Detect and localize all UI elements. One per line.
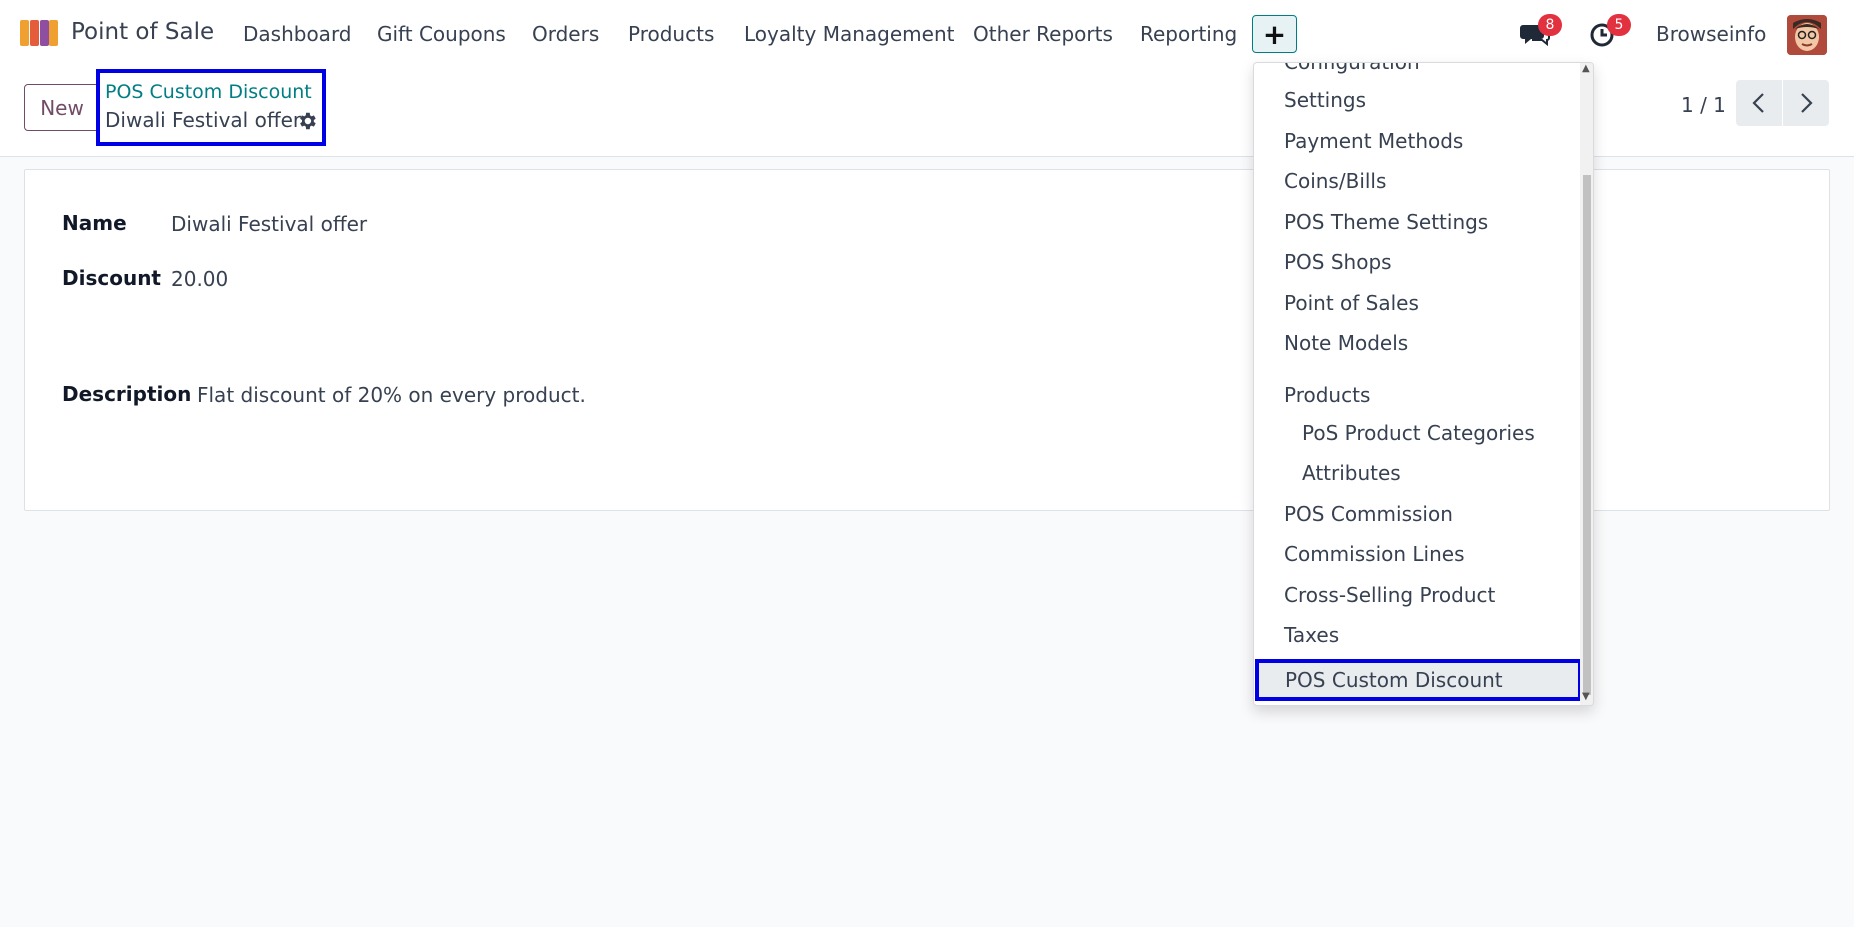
chevron-right-icon [1801,93,1813,113]
menu-orders[interactable]: Orders [532,22,599,46]
menu-loyalty-management[interactable]: Loyalty Management [744,22,954,46]
activities-count-badge: 5 [1607,14,1631,36]
pager-previous-button[interactable] [1736,80,1782,126]
dropdown-item-pos-commission[interactable]: POS Commission [1284,502,1453,526]
dropdown-section-configuration: Configuration [1284,62,1420,74]
scrollbar-thumb[interactable] [1583,175,1591,695]
dropdown-item-taxes[interactable]: Taxes [1284,623,1339,647]
description-field[interactable]: Flat discount of 20% on every product. [197,383,586,407]
dropdown-item-pos-product-categories[interactable]: PoS Product Categories [1302,421,1535,445]
dropdown-item-pos-theme-settings[interactable]: POS Theme Settings [1284,210,1488,234]
dropdown-item-cross-selling-product[interactable]: Cross-Selling Product [1284,583,1495,607]
pager-next-button[interactable] [1783,80,1829,126]
top-navbar: Point of Sale Dashboard Gift Coupons Ord… [0,0,1854,68]
chevron-left-icon [1752,93,1764,113]
pager-value[interactable]: 1 / 1 [1681,93,1726,117]
dropdown-item-commission-lines[interactable]: Commission Lines [1284,542,1465,566]
breadcrumb-parent-link[interactable]: POS Custom Discount [105,81,312,103]
app-name[interactable]: Point of Sale [71,19,214,45]
dropdown-item-coins-bills[interactable]: Coins/Bills [1284,169,1386,193]
discount-field[interactable]: 20.00 [171,267,228,291]
scroll-down-arrow-icon[interactable]: ▼ [1582,691,1590,702]
dropdown-item-point-of-sales[interactable]: Point of Sales [1284,291,1419,315]
description-label: Description [62,382,192,406]
scroll-up-arrow-icon[interactable]: ▲ [1582,63,1590,74]
dropdown-scrollbar[interactable]: ▲ ▼ [1580,63,1593,705]
activities-button[interactable]: 5 [1589,14,1631,49]
discount-label: Discount [62,266,161,290]
configuration-menu-button[interactable]: + [1252,15,1297,53]
menu-reporting[interactable]: Reporting [1140,22,1237,46]
menu-other-reports[interactable]: Other Reports [973,22,1113,46]
new-button[interactable]: New [24,84,100,131]
gear-icon[interactable] [296,110,318,132]
dropdown-item-note-models[interactable]: Note Models [1284,331,1408,355]
pos-app-logo-icon[interactable] [20,18,58,48]
dropdown-item-payment-methods[interactable]: Payment Methods [1284,129,1463,153]
dropdown-item-pos-custom-discount-label: POS Custom Discount [1285,668,1503,692]
dropdown-item-attributes[interactable]: Attributes [1302,461,1401,485]
dropdown-item-pos-shops[interactable]: POS Shops [1284,250,1392,274]
dropdown-item-pos-custom-discount[interactable]: POS Custom Discount [1255,659,1582,701]
menu-products[interactable]: Products [628,22,714,46]
menu-gift-coupons[interactable]: Gift Coupons [377,22,506,46]
breadcrumb-current: Diwali Festival offer [105,108,302,132]
avatar-face-icon [1787,15,1827,55]
company-switcher[interactable]: Browseinfo [1656,22,1766,46]
configuration-dropdown: Configuration Settings Payment Methods C… [1253,62,1594,706]
menu-dashboard[interactable]: Dashboard [243,22,352,46]
name-field[interactable]: Diwali Festival offer [171,212,367,236]
messages-button[interactable]: 8 [1520,14,1562,49]
user-avatar[interactable] [1787,15,1827,55]
dropdown-item-settings[interactable]: Settings [1284,88,1366,112]
name-label: Name [62,211,127,235]
dropdown-section-products: Products [1284,383,1371,407]
messages-count-badge: 8 [1538,14,1562,36]
